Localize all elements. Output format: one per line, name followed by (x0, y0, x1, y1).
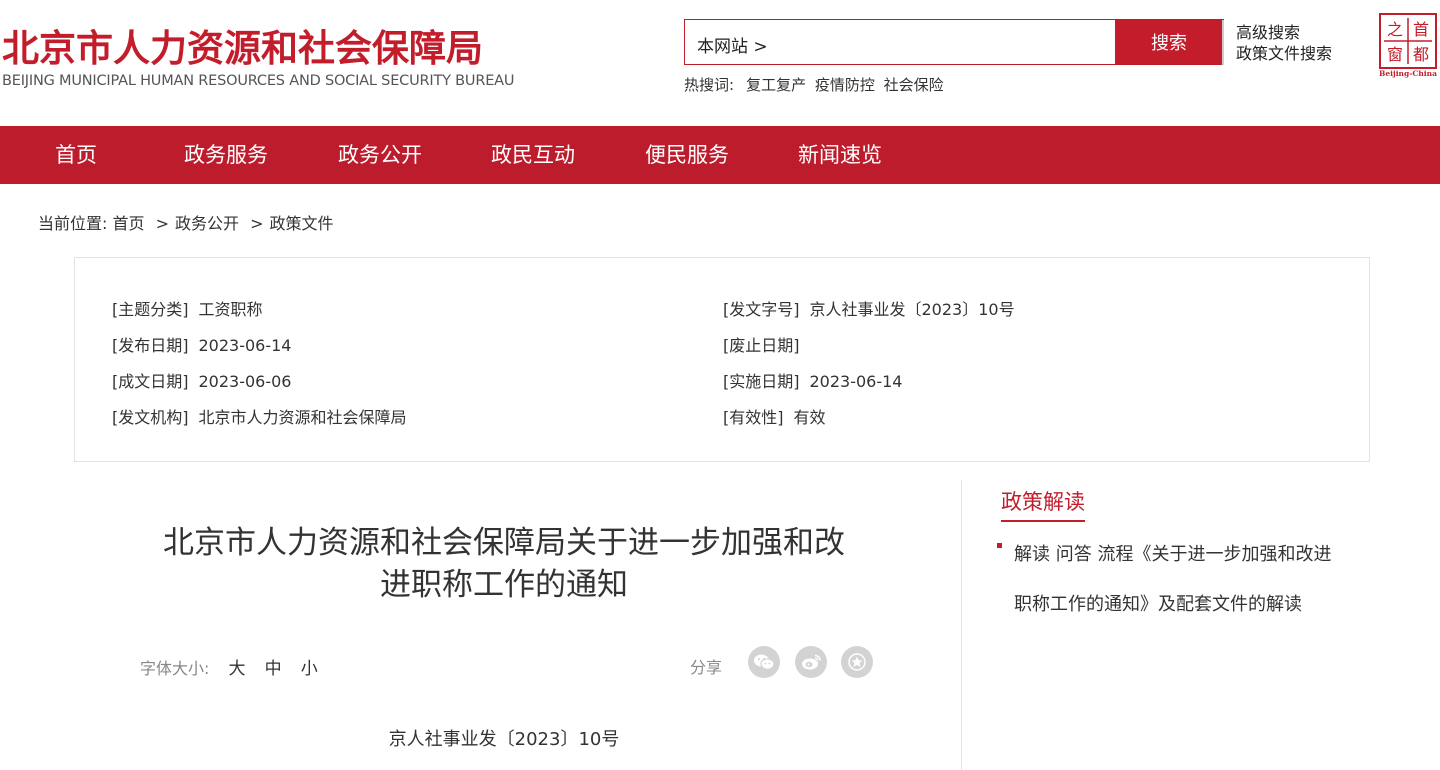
sidebar-bullet-icon (997, 543, 1002, 548)
font-size-small-button[interactable]: 小 (301, 659, 318, 679)
hot-word-link[interactable]: 社会保险 (884, 76, 944, 94)
meta-label: [有效性] (723, 408, 784, 427)
breadcrumb-separator: > (250, 214, 264, 233)
article-title-line: 北京市人力资源和社会保障局关于进一步加强和改 (163, 525, 845, 561)
weibo-share-icon[interactable] (795, 646, 827, 678)
meta-value: 工资职称 (198, 300, 263, 319)
font-size-control: 字体大小: 大 中 小 (140, 654, 318, 679)
article-doc-number: 京人社事业发〔2023〕10号 (388, 729, 620, 750)
meta-label: [发文字号] (723, 300, 800, 319)
logo-char: 之 (1387, 20, 1403, 39)
nav-item-convenience[interactable]: 便民服务 (645, 126, 729, 184)
nav-item-services[interactable]: 政务服务 (184, 126, 268, 184)
content-divider (961, 480, 962, 770)
breadcrumb-home[interactable]: 首页 (113, 214, 145, 233)
logo-char: 首 (1413, 20, 1429, 39)
search-box: 搜索 (684, 19, 1224, 65)
meta-label: [主题分类] (112, 300, 189, 319)
meta-topic: [主题分类] 工资职称 (112, 296, 263, 320)
capital-window-logo[interactable]: 首 都 之 窗 Beijing-China (1378, 12, 1438, 78)
nav-item-home[interactable]: 首页 (55, 126, 97, 184)
meta-label: [发文机构] (112, 408, 189, 427)
meta-abolish-date: [废止日期] (723, 332, 810, 356)
favorite-share-icon[interactable] (841, 646, 873, 678)
meta-label: [实施日期] (723, 372, 800, 391)
nav-item-news[interactable]: 新闻速览 (798, 126, 882, 184)
share-label: 分享 (690, 658, 723, 677)
hot-word-link[interactable]: 疫情防控 (815, 76, 875, 94)
meta-value: 2023-06-14 (809, 372, 903, 391)
logo-caption: Beijing-China (1379, 69, 1437, 78)
meta-label: [成文日期] (112, 372, 189, 391)
sidebar-title: 政策解读 (1001, 486, 1085, 522)
document-meta-box: [主题分类] 工资职称 [发文字号] 京人社事业发〔2023〕10号 [发布日期] 2… (74, 257, 1370, 462)
meta-effective-date: [实施日期] 2023-06-14 (723, 368, 902, 392)
font-size-large-button[interactable]: 大 (229, 659, 246, 679)
hot-search-label: 热搜词: (684, 76, 735, 94)
policy-search-link[interactable]: 政策文件搜索 (1236, 43, 1332, 64)
hot-search: 热搜词: 复工复产 疫情防控 社会保险 (684, 74, 948, 95)
meta-organization: [发文机构] 北京市人力资源和社会保障局 (112, 404, 407, 428)
search-divider (1222, 20, 1224, 65)
breadcrumb-label: 当前位置: (38, 214, 108, 233)
advanced-search-link[interactable]: 高级搜索 (1236, 22, 1332, 43)
font-size-label: 字体大小: (140, 659, 210, 678)
font-size-medium-button[interactable]: 中 (265, 659, 282, 679)
search-button[interactable]: 搜索 (1115, 20, 1223, 64)
breadcrumb-separator: > (155, 214, 170, 233)
meta-value: 有效 (793, 408, 826, 427)
nav-item-public[interactable]: 政务公开 (338, 126, 422, 184)
hot-word-link[interactable]: 复工复产 (746, 76, 806, 94)
logo-char: 都 (1413, 45, 1429, 64)
meta-validity: [有效性] 有效 (723, 404, 826, 428)
site-logo-chinese[interactable]: 北京市人力资源和社会保障局 (2, 18, 483, 72)
meta-docno: [发文字号] 京人社事业发〔2023〕10号 (723, 296, 1015, 320)
meta-publish-date: [发布日期] 2023-06-14 (112, 332, 291, 356)
site-header: 北京市人力资源和社会保障局 BEIJING MUNICIPAL HUMAN RE… (0, 0, 1440, 126)
meta-value: 北京市人力资源和社会保障局 (198, 408, 407, 427)
meta-label: [废止日期] (723, 336, 800, 355)
meta-written-date: [成文日期] 2023-06-06 (112, 368, 291, 392)
breadcrumb: 当前位置: 首页 > 政务公开 > 政策文件 (38, 210, 334, 234)
meta-value: 2023-06-06 (198, 372, 292, 391)
article-title: 北京市人力资源和社会保障局关于进一步加强和改 进职称工作的通知 (130, 522, 878, 606)
wechat-share-icon[interactable] (748, 646, 780, 678)
site-logo-english: BEIJING MUNICIPAL HUMAN RESOURCES AND SO… (2, 73, 515, 89)
article-title-line: 进职称工作的通知 (380, 567, 628, 603)
logo-char: 窗 (1387, 45, 1403, 64)
main-nav: 首页 政务服务 政务公开 政民互动 便民服务 新闻速览 (0, 126, 1440, 184)
breadcrumb-public[interactable]: 政务公开 (175, 214, 239, 233)
advanced-links: 高级搜索 政策文件搜索 (1236, 22, 1332, 64)
meta-label: [发布日期] (112, 336, 189, 355)
meta-value: 2023-06-14 (198, 336, 292, 355)
nav-item-interaction[interactable]: 政民互动 (491, 126, 575, 184)
breadcrumb-policy[interactable]: 政策文件 (270, 214, 334, 233)
meta-value: 京人社事业发〔2023〕10号 (809, 300, 1015, 319)
search-input[interactable] (685, 20, 1115, 64)
sidebar-interpretation-link[interactable]: 解读 问答 流程《关于进一步加强和改进职称工作的通知》及配套文件的解读 (1014, 530, 1334, 630)
